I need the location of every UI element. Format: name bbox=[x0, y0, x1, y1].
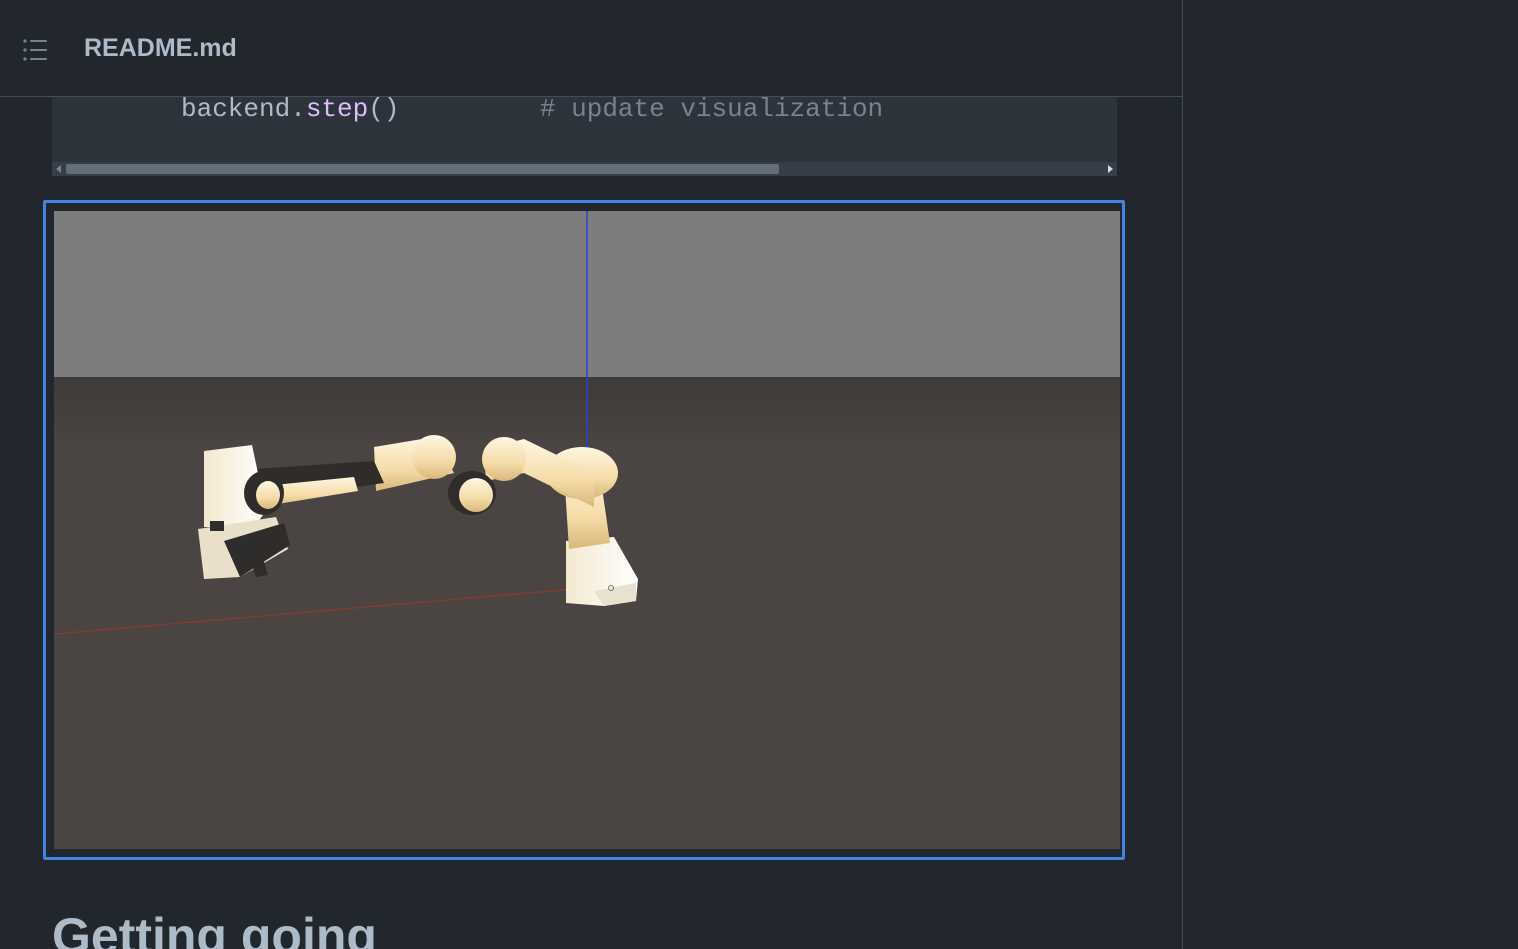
code-dot: . bbox=[290, 97, 306, 124]
selected-image-frame[interactable] bbox=[43, 200, 1125, 860]
readme-viewer: README.md backend.step() # update visual… bbox=[0, 0, 1518, 949]
file-name: README.md bbox=[84, 34, 237, 62]
code-method: step bbox=[305, 97, 369, 124]
code-line: backend.step() # update visualization bbox=[181, 97, 884, 124]
robot-arm-scene-icon bbox=[54, 211, 1120, 849]
robot-simulation-image[interactable] bbox=[54, 211, 1120, 849]
list-unordered-icon[interactable] bbox=[18, 33, 52, 67]
code-object: backend bbox=[181, 97, 291, 124]
scrollbar-thumb[interactable] bbox=[66, 164, 779, 174]
scroll-right-arrow-icon[interactable] bbox=[1108, 165, 1113, 173]
scroll-left-arrow-icon[interactable] bbox=[56, 165, 61, 173]
right-sidebar bbox=[1182, 0, 1518, 949]
code-spacing bbox=[399, 97, 539, 124]
file-header: README.md bbox=[0, 0, 1182, 97]
code-parens: () bbox=[368, 97, 400, 124]
readme-content: README.md backend.step() # update visual… bbox=[0, 0, 1182, 949]
section-heading: Getting going bbox=[52, 908, 377, 949]
code-horizontal-scrollbar[interactable] bbox=[52, 162, 1117, 176]
code-comment: # update visualization bbox=[539, 97, 884, 124]
